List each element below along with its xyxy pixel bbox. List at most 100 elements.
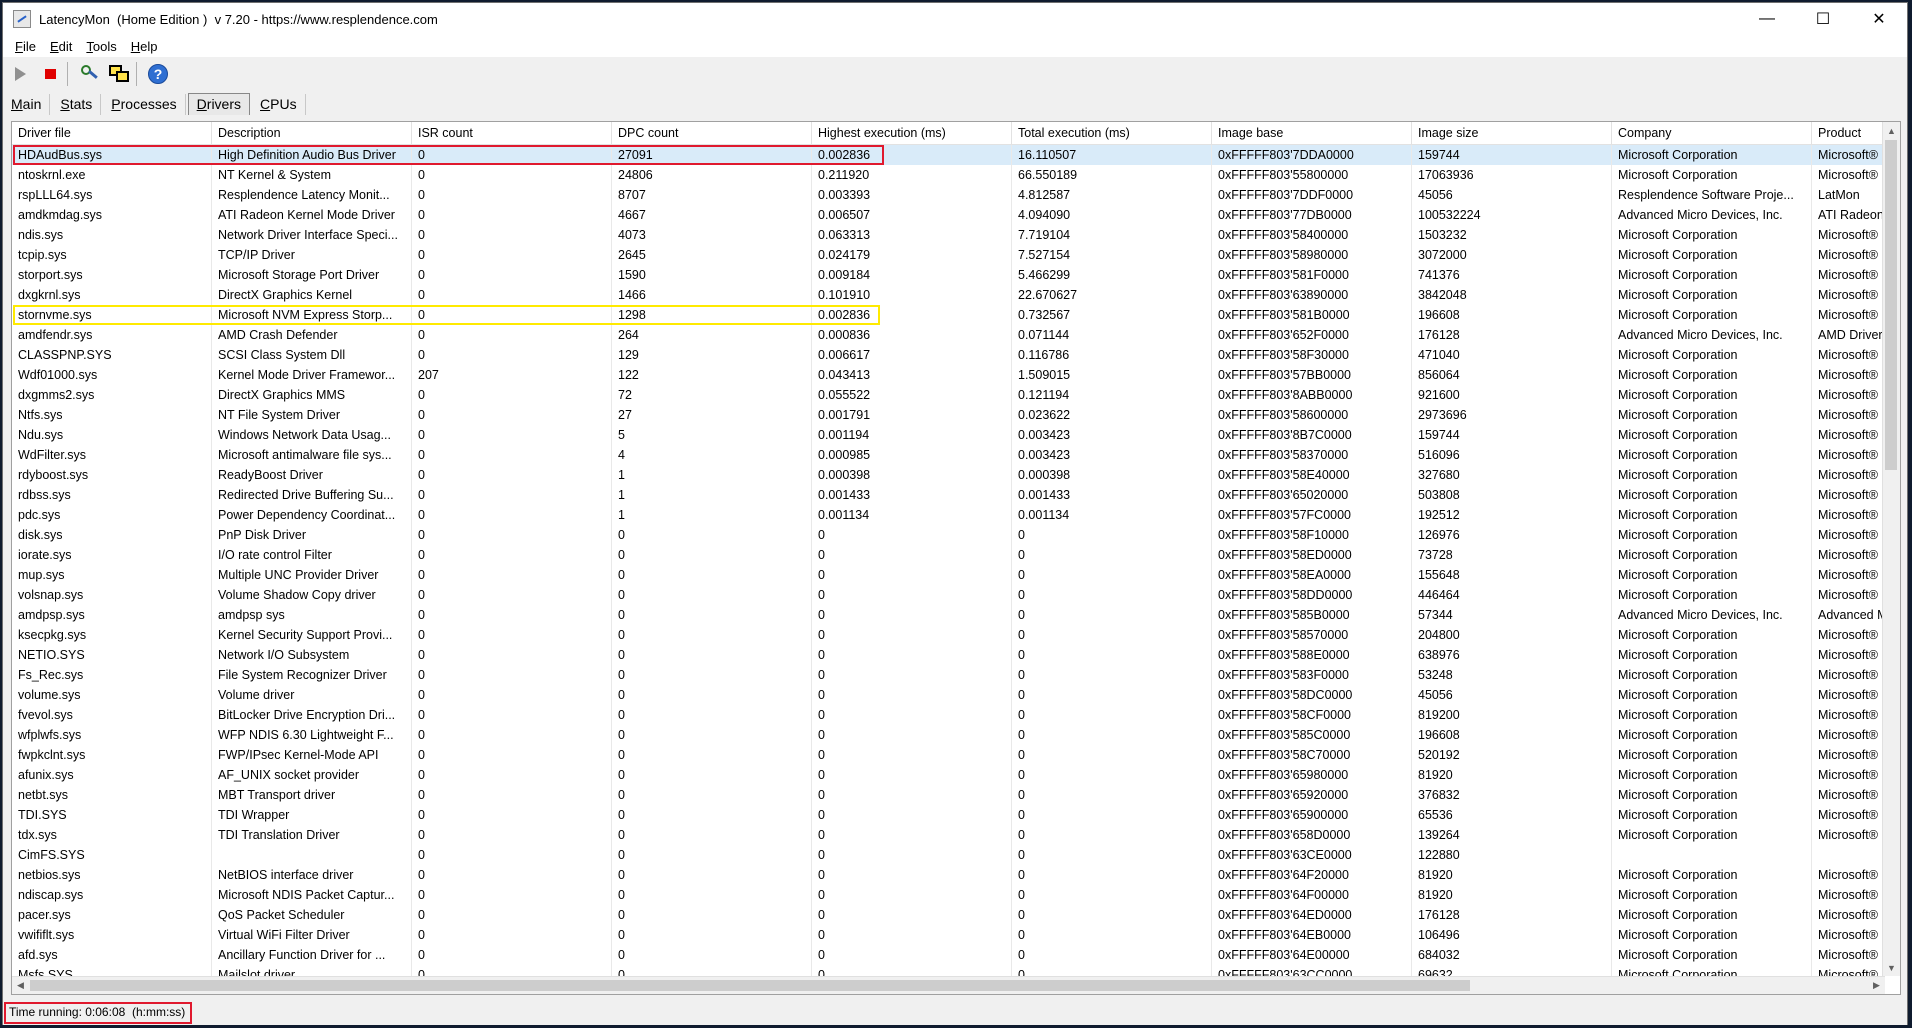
table-row[interactable]: TDI.SYS TDI Wrapper 0 0 0 0 0xFFFFF803'6590000… bbox=[12, 805, 1900, 825]
table-row[interactable]: ntoskrnl.exe NT Kernel & System 0 24806 0.21… bbox=[12, 165, 1900, 185]
table-cell: FWP/IPsec Kernel-Mode API bbox=[212, 745, 412, 765]
scroll-left-icon[interactable]: ◀ bbox=[12, 977, 29, 994]
column-header[interactable]: Image base bbox=[1212, 122, 1412, 144]
table-row[interactable]: fvevol.sys BitLocker Drive Encryption Dri… bbox=[12, 705, 1900, 725]
table-row[interactable]: disk.sys PnP Disk Driver 0 0 0 0 0xFFFFF803'58… bbox=[12, 525, 1900, 545]
table-row[interactable]: ksecpkg.sys Kernel Security Support Provi… bbox=[12, 625, 1900, 645]
table-row[interactable]: iorate.sys I/O rate control Filter 0 0 0 0 0xF… bbox=[12, 545, 1900, 565]
table-cell: 0 bbox=[612, 805, 812, 825]
table-cell: 0 bbox=[612, 685, 812, 705]
table-row[interactable]: afd.sys Ancillary Function Driver for ...… bbox=[12, 945, 1900, 965]
table-row[interactable]: afunix.sys AF_UNIX socket provider 0 0 0 0 0xF… bbox=[12, 765, 1900, 785]
table-row[interactable]: mup.sys Multiple UNC Provider Driver 0 0 0 0 0… bbox=[12, 565, 1900, 585]
scroll-down-icon[interactable]: ▼ bbox=[1883, 959, 1900, 976]
tools-button[interactable] bbox=[76, 61, 102, 87]
column-header[interactable]: Description bbox=[212, 122, 412, 144]
table-cell: Advanced Micro Devices, Inc. bbox=[1612, 205, 1812, 225]
tab-cpus[interactable]: CPUs bbox=[252, 94, 306, 115]
table-row[interactable]: dxgmms2.sys DirectX Graphics MMS 0 72 0.0555… bbox=[12, 385, 1900, 405]
table-row[interactable]: ndiscap.sys Microsoft NDIS Packet Captur.… bbox=[12, 885, 1900, 905]
column-header[interactable]: Driver file bbox=[12, 122, 212, 144]
stop-button[interactable] bbox=[37, 61, 63, 87]
tab-stats[interactable]: Stats bbox=[52, 94, 102, 115]
table-row[interactable]: pdc.sys Power Dependency Coordinat... 0 1 0.… bbox=[12, 505, 1900, 525]
table-row[interactable]: tcpip.sys TCP/IP Driver 0 2645 0.024179 7.527… bbox=[12, 245, 1900, 265]
table-cell: 0 bbox=[612, 785, 812, 805]
table-cell: 27 bbox=[612, 405, 812, 425]
table-row[interactable]: rspLLL64.sys Resplendence Latency Monit..… bbox=[12, 185, 1900, 205]
table-row[interactable]: netbt.sys MBT Transport driver 0 0 0 0 0xFFFFF… bbox=[12, 785, 1900, 805]
table-row[interactable]: vwififlt.sys Virtual WiFi Filter Driver 0 0… bbox=[12, 925, 1900, 945]
table-cell: 0xFFFFF803'588E0000 bbox=[1212, 645, 1412, 665]
menu-file[interactable]: File bbox=[15, 39, 36, 54]
table-cell: 0 bbox=[412, 405, 612, 425]
maximize-button[interactable]: ☐ bbox=[1795, 3, 1851, 35]
column-header[interactable]: DPC count bbox=[612, 122, 812, 144]
table-cell: volsnap.sys bbox=[12, 585, 212, 605]
scroll-up-icon[interactable]: ▲ bbox=[1883, 122, 1900, 139]
table-row[interactable]: dxgkrnl.sys DirectX Graphics Kernel 0 1466 0… bbox=[12, 285, 1900, 305]
table-row[interactable]: rdyboost.sys ReadyBoost Driver 0 1 0.000398 0… bbox=[12, 465, 1900, 485]
table-cell: Fs_Rec.sys bbox=[12, 665, 212, 685]
table-row[interactable]: rdbss.sys Redirected Drive Buffering Su..… bbox=[12, 485, 1900, 505]
table-cell: Microsoft NVM Express Storp... bbox=[212, 305, 412, 325]
table-row[interactable]: Ntfs.sys NT File System Driver 0 27 0.001791… bbox=[12, 405, 1900, 425]
horizontal-scrollbar[interactable]: ◀ ▶ bbox=[12, 976, 1885, 994]
table-row[interactable]: volsnap.sys Volume Shadow Copy driver 0 0 0 0… bbox=[12, 585, 1900, 605]
table-cell: 155648 bbox=[1412, 565, 1612, 585]
minimize-button[interactable]: — bbox=[1739, 3, 1795, 35]
table-row[interactable]: wfplwfs.sys WFP NDIS 6.30 Lightweight F..… bbox=[12, 725, 1900, 745]
table-row[interactable]: netbios.sys NetBIOS interface driver 0 0 0 0 0… bbox=[12, 865, 1900, 885]
column-header[interactable]: Image size bbox=[1412, 122, 1612, 144]
tab-drivers[interactable]: Drivers bbox=[187, 93, 251, 115]
tab-main[interactable]: Main bbox=[3, 94, 51, 115]
horizontal-scroll-thumb[interactable] bbox=[30, 980, 1470, 991]
table-cell: 0 bbox=[612, 925, 812, 945]
table-row[interactable]: Wdf01000.sys Kernel Mode Driver Framewor.… bbox=[12, 365, 1900, 385]
table-cell: ndiscap.sys bbox=[12, 885, 212, 905]
table-cell: Microsoft Corporation bbox=[1612, 785, 1812, 805]
table-row[interactable]: stornvme.sys Microsoft NVM Express Storp.… bbox=[12, 305, 1900, 325]
table-row[interactable]: CLASSPNP.SYS SCSI Class System Dll 0 129 0.0… bbox=[12, 345, 1900, 365]
table-cell: Microsoft Corporation bbox=[1612, 385, 1812, 405]
table-cell: 0 bbox=[412, 905, 612, 925]
help-button[interactable]: ? bbox=[145, 61, 171, 87]
table-row[interactable]: ndis.sys Network Driver Interface Speci..… bbox=[12, 225, 1900, 245]
column-header[interactable]: Highest execution (ms) bbox=[812, 122, 1012, 144]
vertical-scrollbar[interactable]: ▲ ▼ bbox=[1882, 122, 1900, 976]
table-row[interactable]: CimFS.SYS 0 0 0 0 0xFFFFF803'63CE0000 122880 bbox=[12, 845, 1900, 865]
table-row[interactable]: HDAudBus.sys High Definition Audio Bus Dr… bbox=[12, 145, 1900, 165]
table-row[interactable]: pacer.sys QoS Packet Scheduler 0 0 0 0 0xFFFFF… bbox=[12, 905, 1900, 925]
table-row[interactable]: Ndu.sys Windows Network Data Usag... 0 5 0.0… bbox=[12, 425, 1900, 445]
table-cell: 0 bbox=[412, 185, 612, 205]
table-cell: 0.001433 bbox=[812, 485, 1012, 505]
title-bar[interactable]: LatencyMon (Home Edition ) v 7.20 - http… bbox=[3, 3, 1907, 35]
table-row[interactable]: volume.sys Volume driver 0 0 0 0 0xFFFFF803'58… bbox=[12, 685, 1900, 705]
table-row[interactable]: storport.sys Microsoft Storage Port Drive… bbox=[12, 265, 1900, 285]
table-cell: 122 bbox=[612, 365, 812, 385]
column-header[interactable]: Total execution (ms) bbox=[1012, 122, 1212, 144]
table-row[interactable]: Fs_Rec.sys File System Recognizer Driver 0… bbox=[12, 665, 1900, 685]
table-cell: fvevol.sys bbox=[12, 705, 212, 725]
table-cell: 0xFFFFF803'58EA0000 bbox=[1212, 565, 1412, 585]
table-row[interactable]: tdx.sys TDI Translation Driver 0 0 0 0 0xFFFFF… bbox=[12, 825, 1900, 845]
vertical-scroll-thumb[interactable] bbox=[1885, 140, 1897, 470]
column-header[interactable]: Company bbox=[1612, 122, 1812, 144]
menu-tools[interactable]: Tools bbox=[86, 39, 116, 54]
windows-button[interactable] bbox=[106, 61, 132, 87]
menu-edit[interactable]: Edit bbox=[50, 39, 72, 54]
table-row[interactable]: WdFilter.sys Microsoft antimalware file s… bbox=[12, 445, 1900, 465]
column-header[interactable]: ISR count bbox=[412, 122, 612, 144]
table-row[interactable]: fwpkclnt.sys FWP/IPsec Kernel-Mode API 0 0 0… bbox=[12, 745, 1900, 765]
table-row[interactable]: amdpsp.sys amdpsp sys 0 0 0 0 0xFFFFF803'585B0… bbox=[12, 605, 1900, 625]
close-button[interactable]: ✕ bbox=[1851, 3, 1907, 35]
table-row[interactable]: amdkmdag.sys ATI Radeon Kernel Mode Drive… bbox=[12, 205, 1900, 225]
table-cell: 100532224 bbox=[1412, 205, 1612, 225]
table-row[interactable]: NETIO.SYS Network I/O Subsystem 0 0 0 0 0xFFFF… bbox=[12, 645, 1900, 665]
menu-help[interactable]: Help bbox=[131, 39, 158, 54]
start-button[interactable] bbox=[7, 61, 33, 87]
tab-processes[interactable]: Processes bbox=[103, 94, 186, 115]
table-row[interactable]: amdfendr.sys AMD Crash Defender 0 264 0.0008… bbox=[12, 325, 1900, 345]
scroll-right-icon[interactable]: ▶ bbox=[1868, 977, 1885, 994]
table-cell: 0 bbox=[1012, 625, 1212, 645]
